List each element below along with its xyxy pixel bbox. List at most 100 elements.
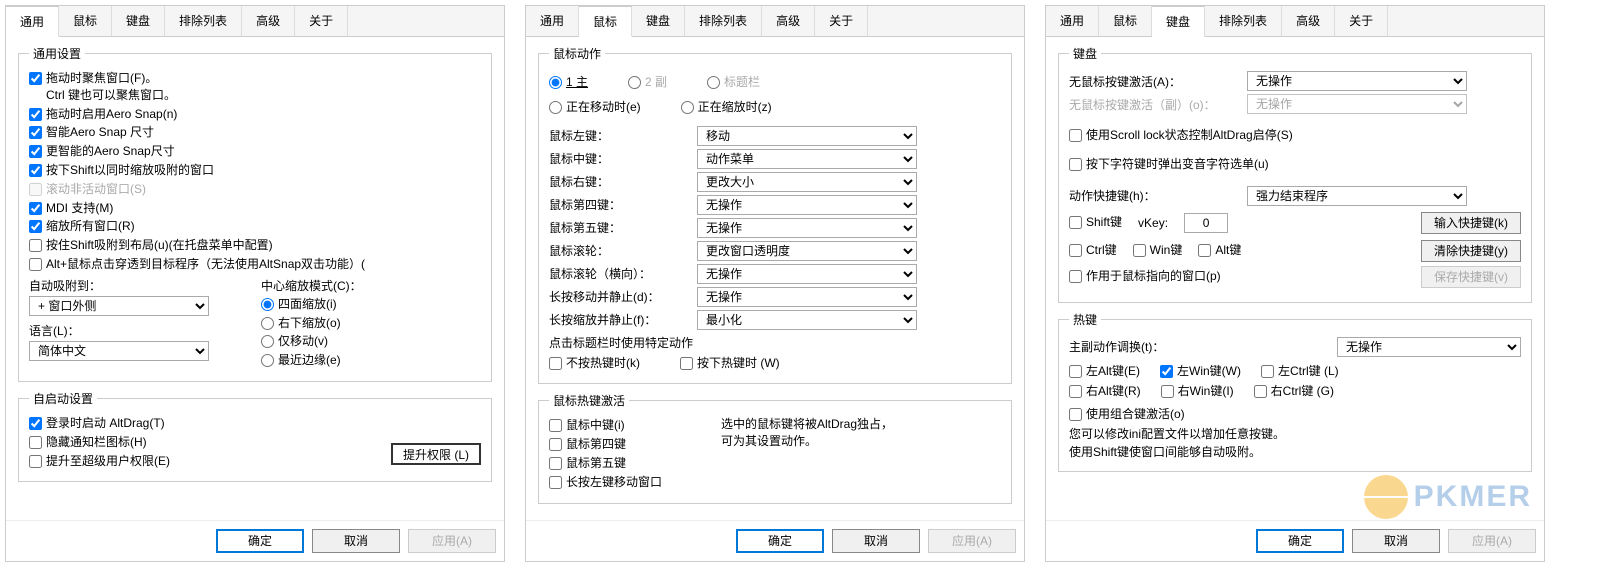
btn-clear-hotkey[interactable]: 清除快捷键(y) [1421,240,1521,262]
lbl-autostart-login: 登录时启动 AltDrag(T) [46,415,165,432]
tab-general[interactable]: 通用 [6,6,59,37]
lbl-bottom-right: 右下缩放(o) [278,315,341,332]
chk-scroll-inactive [29,183,42,196]
titlebar-note: 点击标题栏时使用特定动作 [549,334,1001,351]
tab-advanced[interactable]: 高级 [762,6,815,36]
chk-autostart-login[interactable] [29,417,42,430]
tab-general[interactable]: 通用 [526,6,579,36]
tab-about[interactable]: 关于 [815,6,868,36]
radio-secondary[interactable] [628,76,641,89]
tab-advanced[interactable]: 高级 [1282,6,1335,36]
tab-about[interactable]: 关于 [295,6,348,36]
radio-closest-edge[interactable] [261,354,274,367]
btn-elevate[interactable]: 提升权限 (L) [391,443,481,465]
chk-left-alt[interactable] [1069,365,1082,378]
chk-hk-mb4[interactable] [549,438,562,451]
chk-resize-all[interactable] [29,220,42,233]
chk-shift-resize[interactable] [29,164,42,177]
btn-ok[interactable]: 确定 [736,529,824,553]
chk-hk-mb5[interactable] [549,457,562,470]
btn-cancel[interactable]: 取消 [1352,529,1440,553]
radio-move-only[interactable] [261,335,274,348]
select-language[interactable]: 简体中文 [29,341,209,361]
select-activate-no-mouse[interactable]: 无操作 [1247,71,1467,91]
select-wheel[interactable]: 更改窗口透明度 [697,241,917,261]
lbl-hk-middle: 鼠标中键(i) [566,417,625,434]
lbl-mb4: 鼠标第四键： [549,196,689,213]
tab-about[interactable]: 关于 [1335,6,1388,36]
select-hwheel[interactable]: 无操作 [697,264,917,284]
tab-keyboard[interactable]: 键盘 [1152,6,1205,37]
chk-apply-pointed[interactable] [1069,270,1082,283]
select-long-move[interactable]: 无操作 [697,287,917,307]
select-main-sec-toggle[interactable]: 无操作 [1337,337,1521,357]
select-left[interactable]: 移动 [697,126,917,146]
chk-left-ctrl[interactable] [1261,365,1274,378]
lbl-primary: 1 主 [566,74,588,91]
btn-ok[interactable]: 确定 [1256,529,1344,553]
select-middle[interactable]: 动作菜单 [697,149,917,169]
chk-smarter-aero[interactable] [29,145,42,158]
chk-right-win[interactable] [1161,385,1174,398]
tab-mouse[interactable]: 鼠标 [1099,6,1152,36]
lbl-elevate-super: 提升至超级用户权限(E) [46,453,170,470]
chk-hide-tray[interactable] [29,436,42,449]
radio-titlebar[interactable] [707,76,720,89]
tab-keyboard[interactable]: 键盘 [632,6,685,36]
chk-char-key-popup[interactable] [1069,158,1082,171]
chk-hk-middle[interactable] [549,419,562,432]
chk-combo-activate[interactable] [1069,408,1082,421]
lbl-vkey: vKey: [1138,216,1168,230]
chk-wo-hotkey[interactable] [549,357,562,370]
chk-right-alt[interactable] [1069,385,1082,398]
lbl-main-sec-toggle: 主副动作调换(t)： [1069,338,1329,355]
select-long-resize[interactable]: 最小化 [697,310,917,330]
chk-right-ctrl[interactable] [1254,385,1267,398]
chk-smart-aero[interactable] [29,126,42,139]
tab-mouse[interactable]: 鼠标 [579,6,632,37]
tab-keyboard[interactable]: 键盘 [112,6,165,36]
radio-bottom-right[interactable] [261,317,274,330]
chk-win[interactable] [1133,244,1146,257]
radio-while-moving[interactable] [549,101,562,114]
chk-shift[interactable] [1069,216,1082,229]
select-auto-snap[interactable]: + 窗口外侧 [29,296,209,316]
select-mb5[interactable]: 无操作 [697,218,917,238]
input-vkey[interactable] [1184,213,1228,233]
chk-hk-long-left[interactable] [549,476,562,489]
btn-input-hotkey[interactable]: 输入快捷键(k) [1421,212,1521,234]
tab-blacklist[interactable]: 排除列表 [685,6,762,36]
radio-four-side[interactable] [261,298,274,311]
tab-mouse[interactable]: 鼠标 [59,6,112,36]
radio-primary[interactable] [549,76,562,89]
chk-mdi[interactable] [29,202,42,215]
btn-ok[interactable]: 确定 [216,529,304,553]
lbl-wo-hotkey: 不按热键时(k) [566,355,640,372]
tab-general[interactable]: 通用 [1046,6,1099,36]
chk-shift-snap-layout[interactable] [29,239,42,252]
chk-left-win[interactable] [1160,365,1173,378]
lbl-hide-tray: 隐藏通知栏图标(H) [46,434,147,451]
chk-alt-click-through[interactable] [29,258,42,271]
lbl-titlebar: 标题栏 [724,74,760,91]
tab-blacklist[interactable]: 排除列表 [165,6,242,36]
select-right[interactable]: 更改大小 [697,172,917,192]
chk-with-hotkey[interactable] [680,357,693,370]
mouse-hotkey-legend: 鼠标热键激活 [549,392,629,409]
select-mb4[interactable]: 无操作 [697,195,917,215]
lbl-language: 语言(L)： [29,322,249,339]
btn-cancel[interactable]: 取消 [832,529,920,553]
chk-alt[interactable] [1198,244,1211,257]
chk-aero-snap[interactable] [29,108,42,121]
radio-while-resizing[interactable] [681,101,694,114]
tab-advanced[interactable]: 高级 [242,6,295,36]
chk-ctrl[interactable] [1069,244,1082,257]
select-action-hotkey[interactable]: 强力结束程序 [1247,186,1467,206]
chk-focus-on-drag[interactable] [29,72,42,85]
chk-elevate-super[interactable] [29,455,42,468]
btn-cancel[interactable]: 取消 [312,529,400,553]
chk-scroll-lock[interactable] [1069,129,1082,142]
tab-blacklist[interactable]: 排除列表 [1205,6,1282,36]
lbl-center-mode: 中心缩放模式(C)： [261,277,481,294]
lbl-smart-aero: 智能Aero Snap 尺寸 [46,124,154,141]
